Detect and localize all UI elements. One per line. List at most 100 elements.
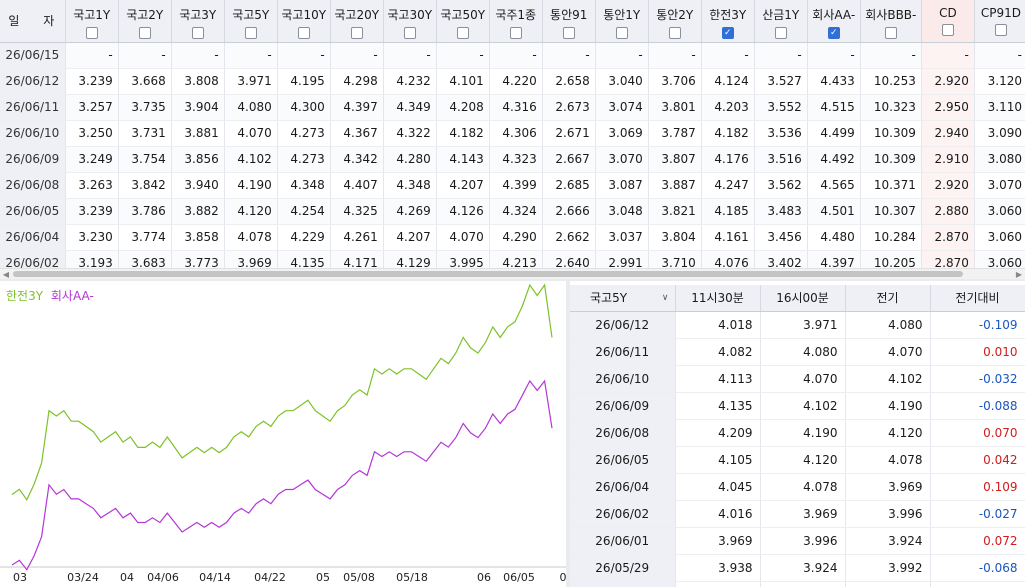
rate-cell: -	[807, 42, 861, 69]
detail-row[interactable]: 26/06/12 4.018 3.971 4.080 -0.109	[570, 311, 1025, 339]
rate-cell: 4.399	[489, 172, 543, 199]
scroll-left-icon[interactable]: ◀	[1, 270, 11, 279]
detail-header-row: 국고5Y ∨ 11시30분 16시00분 전기 전기대비	[570, 285, 1025, 312]
value-prev: 3.924	[845, 527, 931, 555]
rate-chart-panel: 03 03/24 04 04/06 04/14 04/22 05 05/08 05/18 06 06…	[0, 281, 566, 587]
series-checkbox[interactable]	[668, 27, 681, 39]
rate-cell: 4.232	[383, 68, 437, 95]
rate-cell: 4.342	[330, 146, 384, 173]
table-row[interactable]: 26/06/10 3.250 3.731 3.881 4.070 4.273 4.367 4.…	[0, 120, 1025, 147]
series-checkbox[interactable]: ✓	[827, 27, 840, 39]
rate-cell: 3.969	[224, 250, 278, 268]
rate-cell: 10.253	[860, 68, 922, 95]
rate-cell: 3.239	[65, 198, 119, 225]
row-date: 26/06/04	[0, 224, 66, 251]
row-date: 26/06/02	[0, 250, 66, 268]
value-diff: 0.070	[930, 419, 1025, 447]
bond-selector[interactable]: 국고5Y ∨	[570, 285, 676, 312]
series-checkbox[interactable]	[509, 27, 522, 39]
series-checkbox[interactable]	[884, 27, 897, 39]
table-row[interactable]: 26/06/15- - - - - - - - - - - - - - - - - -	[0, 42, 1025, 69]
rate-cell: 3.090	[974, 120, 1025, 147]
table-row[interactable]: 26/06/08 3.263 3.842 3.940 4.190 4.348 4.407 4.…	[0, 172, 1025, 199]
rate-cell: 3.881	[171, 120, 225, 147]
scroll-right-icon[interactable]: ▶	[1014, 270, 1024, 279]
rates-grid[interactable]: 일 자 국고1Y 국고2Y 국고3Y 국고5Y 국고10Y 국고20Y 국고30Y 국고50Y 국…	[0, 0, 1025, 268]
table-row[interactable]: 26/06/04 3.230 3.774 3.858 4.078 4.229 4.261 4.…	[0, 224, 1025, 251]
detail-row[interactable]: 26/05/29 3.938 3.924 3.992 -0.068	[570, 554, 1025, 582]
value-1130: 3.938	[675, 554, 761, 582]
series-checkbox[interactable]	[941, 24, 954, 36]
detail-row[interactable]: 26/06/08 4.209 4.190 4.120 0.070	[570, 419, 1025, 447]
detail-row[interactable]: 26/06/11 4.082 4.080 4.070 0.010	[570, 338, 1025, 366]
detail-row[interactable]: 26/06/05 4.105 4.120 4.078 0.042	[570, 446, 1025, 474]
rate-cell: 4.171	[330, 250, 384, 268]
rate-cell: 2.880	[921, 198, 975, 225]
series-checkbox[interactable]	[350, 27, 363, 39]
date: 26/06/12	[570, 311, 676, 339]
value-diff: 0.042	[930, 581, 1025, 587]
value-prev: 4.190	[845, 392, 931, 420]
rate-cell: 3.402	[754, 250, 808, 268]
rate-cell: 4.070	[436, 224, 490, 251]
series-checkbox[interactable]	[774, 27, 787, 39]
value-1600: 4.070	[760, 365, 846, 393]
chevron-down-icon[interactable]: ∨	[662, 293, 669, 303]
rate-cell: 4.492	[807, 146, 861, 173]
series-checkbox[interactable]	[994, 24, 1007, 36]
table-row[interactable]: 26/06/02 3.193 3.683 3.773 3.969 4.135 4.171 4.…	[0, 250, 1025, 268]
series-line-2	[11, 379, 553, 571]
col-header-label: 국고1Y	[73, 8, 111, 22]
series-checkbox[interactable]	[138, 27, 151, 39]
rate-cell: -	[648, 42, 702, 69]
detail-row[interactable]: 26/06/10 4.113 4.070 4.102 -0.032	[570, 365, 1025, 393]
series-checkbox[interactable]	[191, 27, 204, 39]
rate-cell: 3.263	[65, 172, 119, 199]
series-checkbox[interactable]	[244, 27, 257, 39]
x-tick-label: 03	[13, 571, 27, 584]
rate-cell: 3.774	[118, 224, 172, 251]
col-header-label: CP91D	[980, 6, 1021, 20]
rate-cell: 3.706	[648, 68, 702, 95]
rate-cell: 3.069	[595, 120, 649, 147]
series-checkbox[interactable]: ✓	[721, 27, 734, 39]
rate-cell: 4.269	[383, 198, 437, 225]
rate-cell: 3.257	[65, 94, 119, 121]
detail-row[interactable]: 26/06/01 3.969 3.996 3.924 0.072	[570, 527, 1025, 555]
rate-cell: 4.480	[807, 224, 861, 251]
table-row[interactable]: 26/06/05 3.239 3.786 3.882 4.120 4.254 4.325 4.…	[0, 198, 1025, 225]
value-diff: -0.109	[930, 311, 1025, 339]
rate-cell: 4.129	[383, 250, 437, 268]
rate-cell: 4.324	[489, 198, 543, 225]
rate-cell: 3.787	[648, 120, 702, 147]
detail-row[interactable]: 26/06/09 4.135 4.102 4.190 -0.088	[570, 392, 1025, 420]
col-header-label: 통안2Y	[656, 8, 694, 22]
table-row[interactable]: 26/06/11 3.257 3.735 3.904 4.080 4.300 4.397 4.…	[0, 94, 1025, 121]
col-header-8: 국고50Y	[436, 0, 490, 43]
col-header-12: 통안2Y	[648, 0, 702, 43]
rate-cell: 3.821	[648, 198, 702, 225]
horizontal-scrollbar[interactable]: ◀ ▶	[0, 268, 1025, 279]
rate-cell: 2.910	[921, 146, 975, 173]
detail-row[interactable]: 26/06/04 4.045 4.078 3.969 0.109	[570, 473, 1025, 501]
series-checkbox[interactable]	[562, 27, 575, 39]
col-header-3: 국고3Y	[171, 0, 225, 43]
detail-table: 국고5Y ∨ 11시30분 16시00분 전기 전기대비 26/06/12 4.0…	[570, 285, 1025, 587]
series-checkbox[interactable]	[615, 27, 628, 39]
detail-row[interactable]: 26/05/283.9833.9923.9500.042	[570, 581, 1025, 587]
col-header-10: 통안91	[542, 0, 596, 43]
rate-cell: 4.182	[701, 120, 755, 147]
x-tick-label: 04	[120, 571, 134, 584]
detail-row[interactable]: 26/06/02 4.016 3.969 3.996 -0.027	[570, 500, 1025, 528]
scroll-thumb[interactable]	[13, 271, 963, 277]
series-checkbox[interactable]	[297, 27, 310, 39]
table-row[interactable]: 26/06/12 3.239 3.668 3.808 3.971 4.195 4.298 4.…	[0, 68, 1025, 95]
rate-cell: 4.080	[224, 94, 278, 121]
rates-header-row: 일 자 국고1Y 국고2Y 국고3Y 국고5Y 국고10Y 국고20Y 국고30Y 국고50Y 국…	[0, 0, 1025, 43]
rate-cell: 3.516	[754, 146, 808, 173]
series-checkbox[interactable]	[85, 27, 98, 39]
series-checkbox[interactable]	[456, 27, 469, 39]
value-prev: 4.120	[845, 419, 931, 447]
series-checkbox[interactable]	[403, 27, 416, 39]
table-row[interactable]: 26/06/09 3.249 3.754 3.856 4.102 4.273 4.342 4.…	[0, 146, 1025, 173]
